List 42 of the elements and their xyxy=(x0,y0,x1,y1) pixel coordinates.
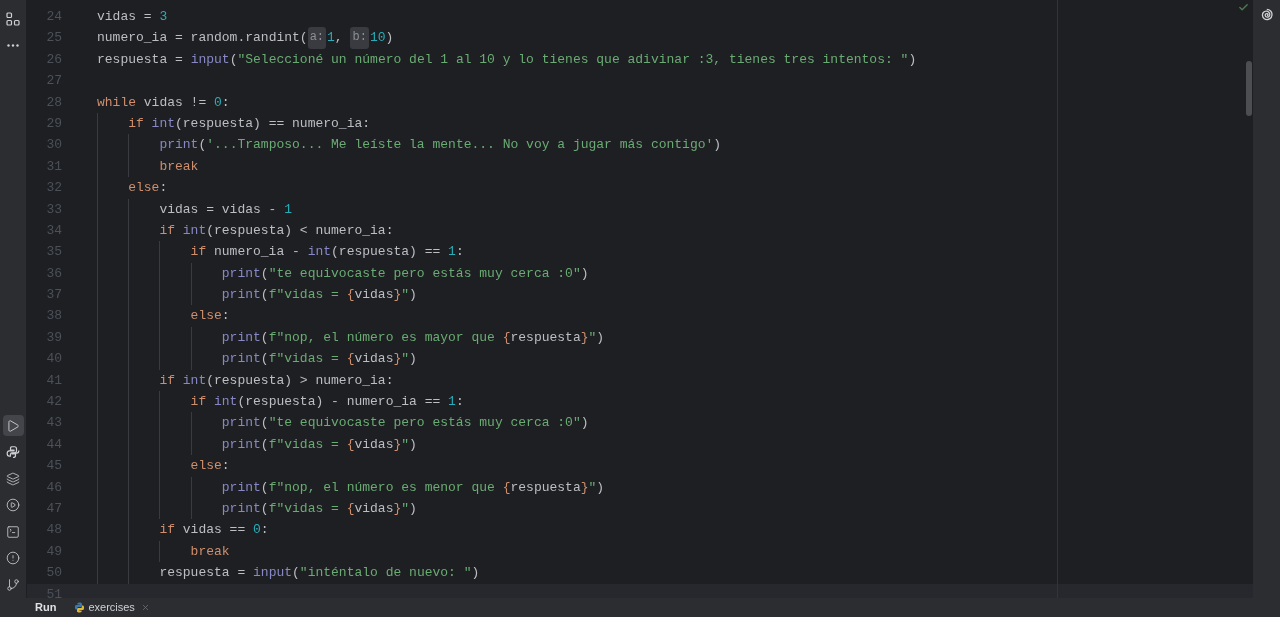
tab-label: exercises xyxy=(88,600,135,616)
code-line: numero_ia = random.randint(a: 1, b: 10) xyxy=(97,27,394,49)
tool-window-button[interactable] xyxy=(2,415,24,436)
code-line: print(f"nop, el número es menor que {respuesta}") xyxy=(97,476,605,498)
code-line: if int(respuesta) == numero_ia: xyxy=(97,112,371,135)
python-file-icon xyxy=(74,602,86,613)
panel-title: Run xyxy=(35,600,57,616)
play-icon xyxy=(6,418,20,433)
scrollbar[interactable] xyxy=(1246,61,1252,116)
code-line: if int(respuesta) - numero_ia == 1: xyxy=(97,391,464,413)
code-line: print(f"vidas = {vidas}") xyxy=(97,284,417,306)
code-line: else: xyxy=(97,305,230,327)
code-line: break xyxy=(97,155,199,178)
code-line: if vidas == 0: xyxy=(97,519,269,541)
code-line: vidas = 3 xyxy=(97,8,168,26)
git-branch-icon xyxy=(6,577,20,592)
check-icon xyxy=(1238,2,1249,13)
circle-play-icon xyxy=(6,498,20,512)
code-line: while vidas != 0: xyxy=(97,93,230,112)
code-line: print(f"nop, el número es mayor que {respuesta}") xyxy=(97,326,605,349)
code-line: if int(respuesta) > numero_ia: xyxy=(97,369,394,392)
code-line: print(f"vidas = {vidas}") xyxy=(97,348,417,370)
run-tab[interactable]: exercises xyxy=(74,599,150,616)
code-line: print('...Tramposo... Me leíste la mente... No voy a jugar más contigo') xyxy=(97,134,722,156)
code-line: respuesta = input("inténtalo de nuevo: ") xyxy=(97,562,480,584)
terminal-icon xyxy=(6,524,20,539)
python-icon xyxy=(6,445,20,459)
code-line: print("te equivocaste pero estás muy cerca :0") xyxy=(97,262,589,285)
code-line: vidas = vidas - 1 xyxy=(97,198,293,220)
code-line: break xyxy=(97,540,230,563)
structure-icon xyxy=(6,11,20,26)
more-icon xyxy=(7,44,19,47)
code-line: else: xyxy=(97,455,230,477)
code-line: else: xyxy=(97,177,168,199)
alert-icon xyxy=(6,551,20,565)
code-line: respuesta = input("Seleccioné un número del 1 al 10 y lo tienes que adivinar :3, tienes tres intentos: ") xyxy=(97,50,917,69)
layers-icon xyxy=(6,471,20,486)
code-line: if numero_ia - int(respuesta) == 1: xyxy=(97,241,464,263)
code-line: if int(respuesta) < numero_ia: xyxy=(97,219,394,242)
code-line: print(f"vidas = {vidas}") xyxy=(97,433,417,456)
code-line: print("te equivocaste pero estás muy cerca :0") xyxy=(97,412,589,434)
code-line: print(f"vidas = {vidas}") xyxy=(97,498,417,520)
